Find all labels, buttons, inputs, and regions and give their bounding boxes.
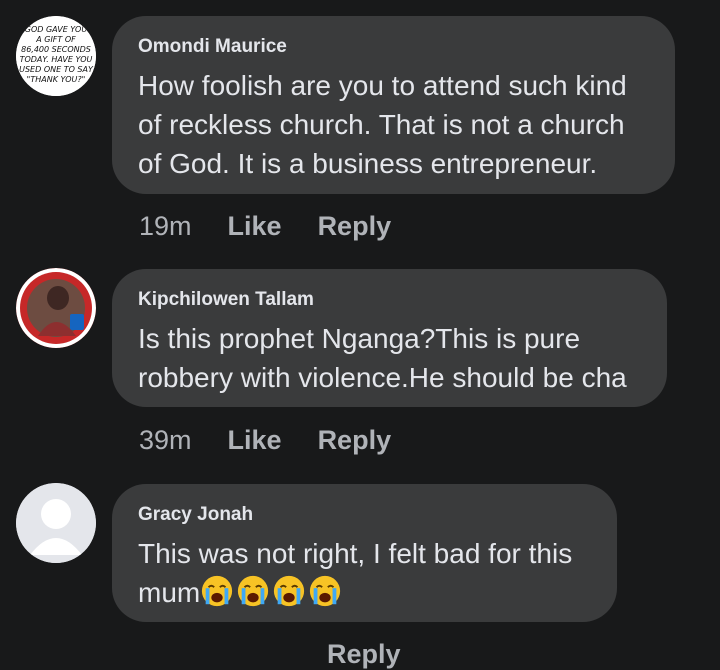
avatar-text-line: TODAY. HAVE YOU bbox=[20, 55, 93, 64]
emoji-group bbox=[200, 575, 344, 608]
avatar-text-line: USED ONE TO SAY bbox=[19, 65, 94, 74]
comment-actions: 19m Like Reply bbox=[139, 210, 427, 242]
avatar[interactable] bbox=[16, 268, 96, 348]
comment-timestamp[interactable]: 39m bbox=[139, 425, 192, 455]
loudly-crying-face-icon bbox=[274, 575, 305, 607]
avatar-text-line: A GIFT OF bbox=[35, 35, 76, 44]
comment-bubble[interactable]: Kipchilowen Tallam Is this prophet Ngang… bbox=[112, 269, 667, 407]
comment-bubble[interactable]: Omondi Maurice How foolish are you to at… bbox=[112, 16, 675, 194]
avatar[interactable]: GOD GAVE YOU A GIFT OF 86,400 SECONDS TO… bbox=[16, 16, 96, 96]
loudly-crying-face-icon bbox=[202, 575, 233, 607]
avatar-text-line: "THANK YOU?" bbox=[27, 75, 86, 84]
reply-button[interactable]: Reply bbox=[318, 425, 392, 455]
reply-button[interactable]: Reply bbox=[327, 639, 401, 669]
comment-actions: 39m Like Reply bbox=[139, 424, 427, 456]
comment-bubble[interactable]: Gracy Jonah This was not right, I felt b… bbox=[112, 484, 617, 622]
like-button[interactable]: Like bbox=[228, 425, 282, 455]
comment-author[interactable]: Omondi Maurice bbox=[138, 36, 649, 58]
avatar-image: GOD GAVE YOU A GIFT OF 86,400 SECONDS TO… bbox=[16, 16, 96, 96]
like-button[interactable]: Like bbox=[228, 211, 282, 241]
comment-text: Is this prophet Nganga?This is pure robb… bbox=[138, 323, 627, 393]
comment-timestamp[interactable]: 19m bbox=[139, 211, 192, 241]
avatar-text-line: GOD GAVE YOU bbox=[25, 25, 88, 34]
reply-button[interactable]: Reply bbox=[318, 211, 392, 241]
comment-author[interactable]: Gracy Jonah bbox=[138, 504, 591, 526]
loudly-crying-face-icon bbox=[310, 575, 341, 607]
avatar-image bbox=[16, 268, 96, 348]
comment-text: How foolish are you to attend such kind … bbox=[138, 70, 627, 179]
comment-actions: Reply bbox=[327, 638, 437, 670]
default-avatar-icon[interactable] bbox=[16, 483, 96, 563]
person-silhouette-icon bbox=[16, 483, 96, 563]
comment-author[interactable]: Kipchilowen Tallam bbox=[138, 289, 641, 311]
comment-text: This was not right, I felt bad for this … bbox=[138, 534, 591, 612]
avatar-text-line: 86,400 SECONDS bbox=[21, 45, 91, 54]
loudly-crying-face-icon bbox=[238, 575, 269, 607]
